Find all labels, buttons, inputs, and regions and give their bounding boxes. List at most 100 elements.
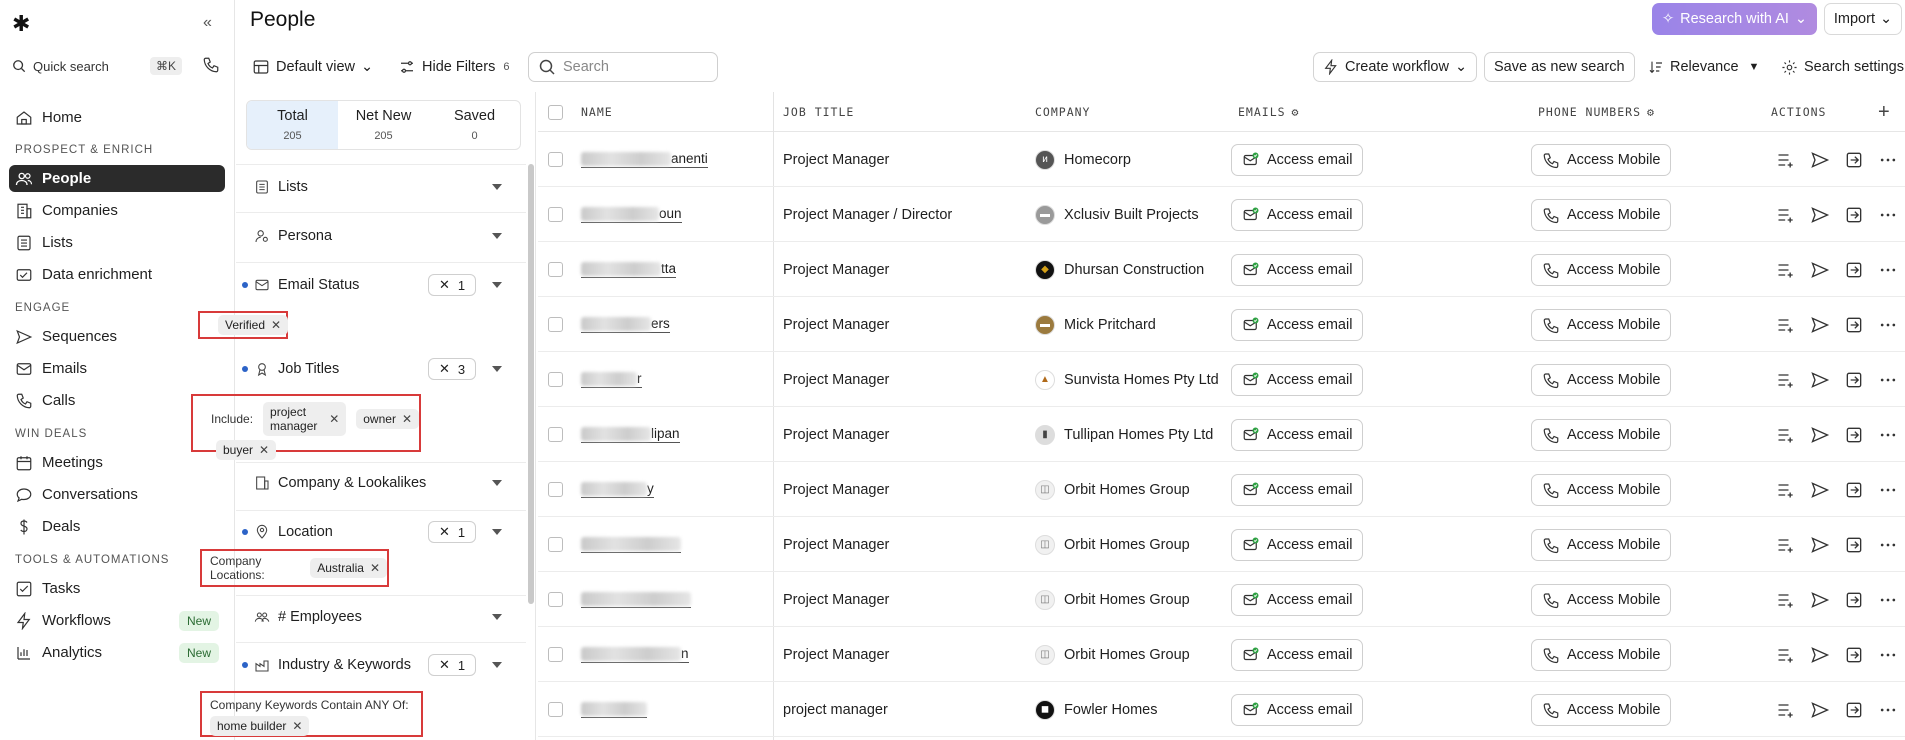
column-settings-icon[interactable]: ⚙ (1647, 105, 1655, 119)
import-button[interactable]: Import ⌄ (1824, 3, 1902, 35)
access-mobile-button[interactable]: Access Mobile (1531, 638, 1672, 671)
filter-email-status[interactable]: Email Status ✕ 1 (236, 269, 526, 301)
person-name-link[interactable]: anenti (581, 132, 708, 187)
table-row[interactable]: ers Project Manager ▬ Mick Pritchard Access … (538, 297, 1905, 352)
table-row[interactable]: n Project Manager ◫ Orbit Homes Group Access… (538, 627, 1905, 682)
create-workflow-button[interactable]: Create workflow ⌄ (1313, 52, 1478, 82)
company-cell[interactable]: ◫ Orbit Homes Group (1035, 572, 1190, 627)
filter-count-chip[interactable]: ✕ 1 (428, 654, 477, 676)
nav-item-home[interactable]: Home (9, 104, 225, 131)
send-sequence-icon[interactable] (1810, 590, 1830, 610)
search-input[interactable] (563, 59, 703, 75)
person-name-link[interactable] (581, 517, 681, 572)
filter-employees[interactable]: # Employees (236, 601, 526, 633)
export-icon[interactable] (1844, 260, 1864, 280)
access-email-button[interactable]: Access email (1231, 143, 1364, 176)
export-icon[interactable] (1844, 150, 1864, 170)
quick-search-button[interactable]: Quick search ⌘K (12, 54, 182, 78)
add-to-list-icon[interactable] (1776, 645, 1796, 665)
filter-panel-scrollbar[interactable] (528, 164, 534, 604)
column-header-job-title[interactable]: JOB TITLE (783, 92, 854, 132)
export-icon[interactable] (1844, 425, 1864, 445)
company-cell[interactable]: ◆ Dhursan Construction (1035, 242, 1204, 297)
more-options-icon[interactable] (1878, 205, 1898, 225)
hide-filters-button[interactable]: Hide Filters 6 (398, 52, 509, 82)
export-icon[interactable] (1844, 205, 1864, 225)
row-checkbox[interactable] (548, 132, 563, 187)
filter-persona[interactable]: Persona (236, 220, 526, 252)
access-mobile-button[interactable]: Access Mobile (1531, 143, 1672, 176)
search-field[interactable] (528, 52, 718, 82)
access-mobile-button[interactable]: Access Mobile (1531, 583, 1672, 616)
person-name-link[interactable]: ers (581, 297, 670, 352)
send-sequence-icon[interactable] (1810, 370, 1830, 390)
access-mobile-button[interactable]: Access Mobile (1531, 418, 1672, 451)
table-row[interactable]: Project Manager ◫ Orbit Homes Group Access … (538, 572, 1905, 627)
access-mobile-button[interactable]: Access Mobile (1531, 198, 1672, 231)
company-cell[interactable]: ᴎ Homecorp (1035, 132, 1131, 187)
access-email-button[interactable]: Access email (1231, 418, 1364, 451)
tab-net-new[interactable]: Net New 205 (338, 101, 429, 149)
tab-total[interactable]: Total 205 (247, 101, 338, 149)
company-cell[interactable]: ▮ Tullipan Homes Pty Ltd (1035, 407, 1213, 462)
remove-tag-icon[interactable]: ✕ (329, 412, 339, 426)
table-row[interactable]: Project Manager ◫ Orbit Homes Group Access … (538, 517, 1905, 572)
export-icon[interactable] (1844, 535, 1864, 555)
more-options-icon[interactable] (1878, 535, 1898, 555)
person-name-link[interactable]: n (581, 627, 689, 682)
nav-item-deals[interactable]: Deals (9, 513, 225, 540)
remove-tag-icon[interactable]: ✕ (292, 719, 302, 733)
more-options-icon[interactable] (1878, 370, 1898, 390)
company-cell[interactable]: ◫ Orbit Homes Group (1035, 517, 1190, 572)
access-mobile-button[interactable]: Access Mobile (1531, 253, 1672, 286)
filter-tag[interactable]: project manager ✕ (263, 402, 347, 436)
nav-item-lists[interactable]: Lists (9, 229, 225, 256)
filter-job-titles[interactable]: Job Titles ✕ 3 (236, 353, 526, 385)
filter-industry-keywords[interactable]: Industry & Keywords ✕ 1 (236, 649, 526, 681)
row-checkbox[interactable] (548, 682, 563, 737)
access-mobile-button[interactable]: Access Mobile (1531, 363, 1672, 396)
column-header-phone-numbers[interactable]: PHONE NUMBERS ⚙ (1538, 92, 1655, 132)
access-email-button[interactable]: Access email (1231, 363, 1364, 396)
send-sequence-icon[interactable] (1810, 700, 1830, 720)
more-options-icon[interactable] (1878, 590, 1898, 610)
export-icon[interactable] (1844, 590, 1864, 610)
row-checkbox[interactable] (548, 572, 563, 627)
relevance-sort-dropdown[interactable]: Relevance ▼ (1648, 52, 1759, 82)
company-cell[interactable]: ▬ Mick Pritchard (1035, 297, 1156, 352)
send-sequence-icon[interactable] (1810, 645, 1830, 665)
table-row[interactable]: lipan Project Manager ▮ Tullipan Homes Pty … (538, 407, 1905, 462)
export-icon[interactable] (1844, 370, 1864, 390)
row-checkbox[interactable] (548, 297, 563, 352)
nav-item-analytics[interactable]: Analytics New (9, 639, 225, 666)
save-as-new-search-button[interactable]: Save as new search (1484, 52, 1635, 82)
more-options-icon[interactable] (1878, 480, 1898, 500)
filter-tag[interactable]: Australia ✕ (310, 558, 387, 578)
access-mobile-button[interactable]: Access Mobile (1531, 528, 1672, 561)
access-email-button[interactable]: Access email (1231, 253, 1364, 286)
company-cell[interactable]: ◼ Fowler Homes (1035, 682, 1157, 737)
phone-icon[interactable] (202, 56, 220, 74)
remove-tag-icon[interactable]: ✕ (370, 561, 380, 575)
remove-tag-icon[interactable]: ✕ (259, 443, 269, 457)
tab-saved[interactable]: Saved 0 (429, 101, 520, 149)
send-sequence-icon[interactable] (1810, 260, 1830, 280)
more-options-icon[interactable] (1878, 700, 1898, 720)
filter-location[interactable]: Location ✕ 1 (236, 516, 526, 548)
access-email-button[interactable]: Access email (1231, 308, 1364, 341)
access-mobile-button[interactable]: Access Mobile (1531, 473, 1672, 506)
filter-company-lookalikes[interactable]: Company & Lookalikes (236, 467, 526, 499)
app-logo-icon[interactable]: ✱ (12, 13, 30, 35)
more-options-icon[interactable] (1878, 150, 1898, 170)
more-options-icon[interactable] (1878, 425, 1898, 445)
company-cell[interactable]: ▬ Xclusiv Built Projects (1035, 187, 1199, 242)
collapse-sidebar-icon[interactable]: « (203, 14, 212, 32)
add-to-list-icon[interactable] (1776, 315, 1796, 335)
nav-item-conversations[interactable]: Conversations (9, 481, 225, 508)
add-to-list-icon[interactable] (1776, 205, 1796, 225)
filter-tag[interactable]: Verified ✕ (218, 315, 289, 335)
row-checkbox[interactable] (548, 187, 563, 242)
access-mobile-button[interactable]: Access Mobile (1531, 693, 1672, 726)
add-to-list-icon[interactable] (1776, 590, 1796, 610)
add-to-list-icon[interactable] (1776, 260, 1796, 280)
